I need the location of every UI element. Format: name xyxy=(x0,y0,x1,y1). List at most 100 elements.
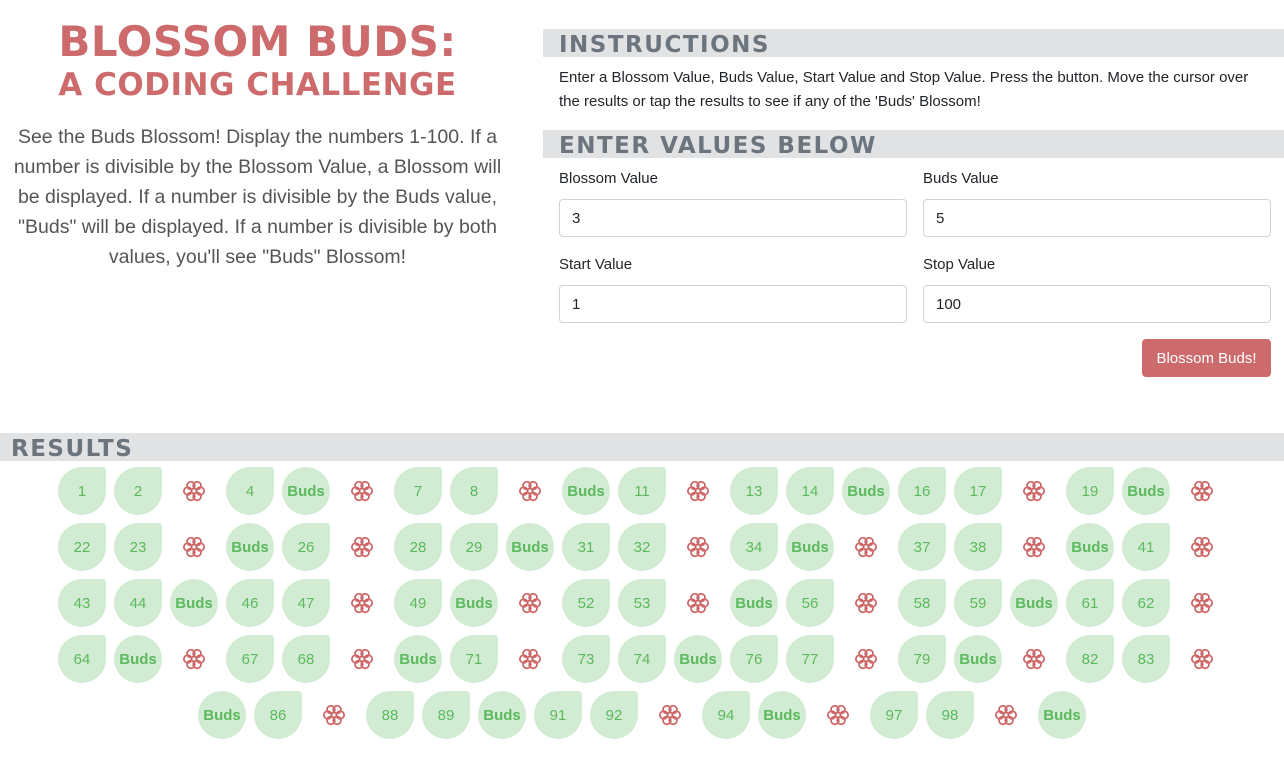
result-blossom-flower-icon[interactable] xyxy=(674,467,722,515)
result-blossom-flower-icon[interactable] xyxy=(842,635,890,683)
result-buds[interactable]: Buds xyxy=(730,579,778,627)
result-blossom-flower-icon[interactable] xyxy=(1178,523,1226,571)
blossom-buds-button[interactable]: Blossom Buds! xyxy=(1142,339,1271,377)
result-buds[interactable]: Buds xyxy=(1038,691,1086,739)
result-number[interactable]: 46 xyxy=(226,579,274,627)
result-blossom-flower-icon[interactable] xyxy=(814,691,862,739)
result-number[interactable]: 32 xyxy=(618,523,666,571)
result-blossom-flower-icon[interactable] xyxy=(170,523,218,571)
result-number[interactable]: 13 xyxy=(730,467,778,515)
result-blossom-flower-icon[interactable] xyxy=(506,635,554,683)
result-number[interactable]: 34 xyxy=(730,523,778,571)
result-buds[interactable]: Buds xyxy=(282,467,330,515)
result-buds[interactable]: Buds xyxy=(674,635,722,683)
result-number[interactable]: 64 xyxy=(58,635,106,683)
result-blossom-flower-icon[interactable] xyxy=(506,467,554,515)
result-blossom-flower-icon[interactable] xyxy=(646,691,694,739)
result-buds[interactable]: Buds xyxy=(170,579,218,627)
result-buds[interactable]: Buds xyxy=(1122,467,1170,515)
result-number[interactable]: 86 xyxy=(254,691,302,739)
stop-value-input[interactable] xyxy=(923,285,1271,323)
result-blossom-flower-icon[interactable] xyxy=(338,467,386,515)
result-number[interactable]: 2 xyxy=(114,467,162,515)
result-buds[interactable]: Buds xyxy=(198,691,246,739)
result-blossom-flower-icon[interactable] xyxy=(842,579,890,627)
result-buds[interactable]: Buds xyxy=(394,635,442,683)
result-number[interactable]: 1 xyxy=(58,467,106,515)
result-number[interactable]: 97 xyxy=(870,691,918,739)
result-buds[interactable]: Buds xyxy=(1010,579,1058,627)
result-number[interactable]: 56 xyxy=(786,579,834,627)
result-number[interactable]: 71 xyxy=(450,635,498,683)
result-blossom-flower-icon[interactable] xyxy=(842,523,890,571)
result-blossom-flower-icon[interactable] xyxy=(338,523,386,571)
result-number[interactable]: 7 xyxy=(394,467,442,515)
result-number[interactable]: 98 xyxy=(926,691,974,739)
result-blossom-flower-icon[interactable] xyxy=(982,691,1030,739)
result-number[interactable]: 14 xyxy=(786,467,834,515)
result-buds[interactable]: Buds xyxy=(450,579,498,627)
result-number[interactable]: 37 xyxy=(898,523,946,571)
result-number[interactable]: 16 xyxy=(898,467,946,515)
result-number[interactable]: 53 xyxy=(618,579,666,627)
result-blossom-flower-icon[interactable] xyxy=(338,635,386,683)
result-blossom-flower-icon[interactable] xyxy=(506,579,554,627)
result-buds[interactable]: Buds xyxy=(114,635,162,683)
result-buds[interactable]: Buds xyxy=(758,691,806,739)
result-buds[interactable]: Buds xyxy=(562,467,610,515)
blossom-value-input[interactable] xyxy=(559,199,907,237)
result-number[interactable]: 59 xyxy=(954,579,1002,627)
result-buds[interactable]: Buds xyxy=(786,523,834,571)
result-buds[interactable]: Buds xyxy=(842,467,890,515)
result-number[interactable]: 79 xyxy=(898,635,946,683)
result-number[interactable]: 73 xyxy=(562,635,610,683)
result-number[interactable]: 82 xyxy=(1066,635,1114,683)
result-number[interactable]: 22 xyxy=(58,523,106,571)
result-number[interactable]: 91 xyxy=(534,691,582,739)
result-number[interactable]: 41 xyxy=(1122,523,1170,571)
result-number[interactable]: 83 xyxy=(1122,635,1170,683)
result-number[interactable]: 89 xyxy=(422,691,470,739)
result-number[interactable]: 47 xyxy=(282,579,330,627)
result-number[interactable]: 49 xyxy=(394,579,442,627)
result-number[interactable]: 62 xyxy=(1122,579,1170,627)
result-number[interactable]: 29 xyxy=(450,523,498,571)
result-number[interactable]: 19 xyxy=(1066,467,1114,515)
result-number[interactable]: 68 xyxy=(282,635,330,683)
result-number[interactable]: 43 xyxy=(58,579,106,627)
result-blossom-flower-icon[interactable] xyxy=(170,467,218,515)
result-number[interactable]: 58 xyxy=(898,579,946,627)
result-buds[interactable]: Buds xyxy=(478,691,526,739)
result-number[interactable]: 17 xyxy=(954,467,1002,515)
result-number[interactable]: 8 xyxy=(450,467,498,515)
result-blossom-flower-icon[interactable] xyxy=(338,579,386,627)
result-number[interactable]: 28 xyxy=(394,523,442,571)
result-number[interactable]: 67 xyxy=(226,635,274,683)
buds-value-input[interactable] xyxy=(923,199,1271,237)
result-number[interactable]: 77 xyxy=(786,635,834,683)
result-buds[interactable]: Buds xyxy=(226,523,274,571)
result-blossom-flower-icon[interactable] xyxy=(170,635,218,683)
result-number[interactable]: 74 xyxy=(618,635,666,683)
result-blossom-flower-icon[interactable] xyxy=(310,691,358,739)
result-number[interactable]: 44 xyxy=(114,579,162,627)
result-blossom-flower-icon[interactable] xyxy=(674,579,722,627)
result-number[interactable]: 4 xyxy=(226,467,274,515)
result-buds[interactable]: Buds xyxy=(1066,523,1114,571)
result-number[interactable]: 76 xyxy=(730,635,778,683)
result-number[interactable]: 38 xyxy=(954,523,1002,571)
result-blossom-flower-icon[interactable] xyxy=(674,523,722,571)
result-blossom-flower-icon[interactable] xyxy=(1178,635,1226,683)
result-number[interactable]: 23 xyxy=(114,523,162,571)
result-number[interactable]: 31 xyxy=(562,523,610,571)
result-number[interactable]: 52 xyxy=(562,579,610,627)
result-blossom-flower-icon[interactable] xyxy=(1010,635,1058,683)
start-value-input[interactable] xyxy=(559,285,907,323)
result-blossom-flower-icon[interactable] xyxy=(1178,579,1226,627)
result-number[interactable]: 11 xyxy=(618,467,666,515)
result-buds[interactable]: Buds xyxy=(954,635,1002,683)
result-buds[interactable]: Buds xyxy=(506,523,554,571)
result-number[interactable]: 88 xyxy=(366,691,414,739)
result-blossom-flower-icon[interactable] xyxy=(1010,523,1058,571)
result-number[interactable]: 61 xyxy=(1066,579,1114,627)
